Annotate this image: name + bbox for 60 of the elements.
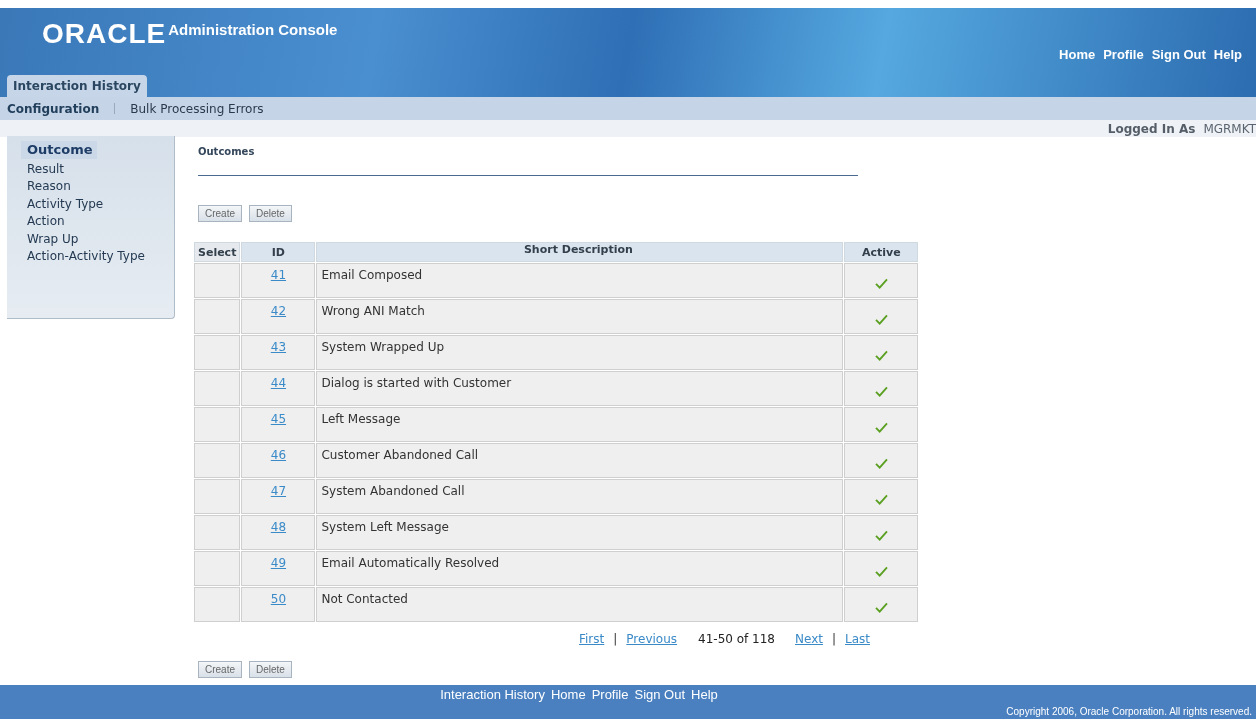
table-cell: System Left Message xyxy=(316,515,844,550)
footer-link[interactable]: Home xyxy=(550,687,586,702)
header-link[interactable]: Help xyxy=(1213,47,1242,62)
sidebar-item[interactable]: Activity Type xyxy=(27,195,174,213)
table-cell: Wrong ANI Match xyxy=(316,299,844,334)
action-button[interactable]: Delete xyxy=(249,661,292,678)
table-cell: Left Message xyxy=(316,407,844,442)
id-link[interactable]: 47 xyxy=(270,484,287,498)
copyright-text: Copyright 2006, Oracle Corporation. All rights reserved. xyxy=(1006,706,1252,717)
tab[interactable]: Interaction History xyxy=(7,75,147,97)
page-range: 41-50 of 118 xyxy=(698,632,775,646)
table-cell: Not Contacted xyxy=(316,587,844,622)
column-header: Short Description xyxy=(316,242,844,262)
subnav-link[interactable]: Bulk Processing Errors xyxy=(130,101,264,116)
id-link[interactable]: 46 xyxy=(270,448,287,462)
app-title: Administration Console xyxy=(168,20,338,40)
id-link[interactable]: 48 xyxy=(270,520,287,534)
action-button[interactable]: Delete xyxy=(249,205,292,222)
sidebar-item[interactable]: Result xyxy=(27,160,174,178)
action-button[interactable]: Create xyxy=(198,205,242,222)
id-link[interactable]: 45 xyxy=(270,412,287,426)
column-header: ID xyxy=(241,242,316,262)
footer-link[interactable]: Profile xyxy=(591,687,629,702)
id-link[interactable]: 43 xyxy=(270,340,287,354)
separator: | xyxy=(613,632,618,646)
sidebar-item[interactable]: Action xyxy=(27,213,174,231)
footer-link[interactable]: Interaction History xyxy=(440,687,545,702)
sidebar-item[interactable]: Outcome xyxy=(21,141,97,159)
id-link[interactable]: 49 xyxy=(270,556,287,570)
table-cell: Email Automatically Resolved xyxy=(316,551,844,586)
next-link[interactable]: Next xyxy=(795,632,823,646)
header-link[interactable]: Home xyxy=(1059,47,1096,62)
separator: | xyxy=(831,632,836,646)
sidebar-item[interactable]: Reason xyxy=(27,178,174,196)
table-cell: System Wrapped Up xyxy=(316,335,844,370)
sidebar-item[interactable]: Action-Activity Type xyxy=(27,248,174,266)
last-link[interactable]: Last xyxy=(845,632,870,646)
header-link[interactable]: Profile xyxy=(1103,47,1144,62)
table-cell: Customer Abandoned Call xyxy=(316,443,844,478)
user-name: MGRMKT xyxy=(1203,121,1256,136)
table-cell: Dialog is started with Customer xyxy=(316,371,844,406)
footer-link[interactable]: Help xyxy=(691,687,718,702)
id-link[interactable]: 41 xyxy=(270,268,287,282)
sidebar-item[interactable]: Wrap Up xyxy=(27,230,174,248)
id-link[interactable]: 50 xyxy=(270,592,287,606)
table-cell: Email Composed xyxy=(316,263,844,298)
subnav-link[interactable]: Configuration xyxy=(7,101,100,116)
header-link[interactable]: Sign Out xyxy=(1151,47,1206,62)
logo: ORACLE xyxy=(42,20,167,48)
column-header: Select xyxy=(194,242,241,262)
column-header: Active xyxy=(844,242,919,262)
id-link[interactable]: 42 xyxy=(270,304,287,318)
footer-link[interactable]: Sign Out xyxy=(634,687,686,702)
action-button[interactable]: Create xyxy=(198,661,242,678)
previous-link[interactable]: Previous xyxy=(626,632,678,646)
logged-in-label: Logged In As xyxy=(1107,121,1196,136)
table-cell: System Abandoned Call xyxy=(316,479,844,514)
section-title: Outcomes xyxy=(198,146,256,157)
id-link[interactable]: 44 xyxy=(270,376,287,390)
first-link[interactable]: First xyxy=(579,632,605,646)
